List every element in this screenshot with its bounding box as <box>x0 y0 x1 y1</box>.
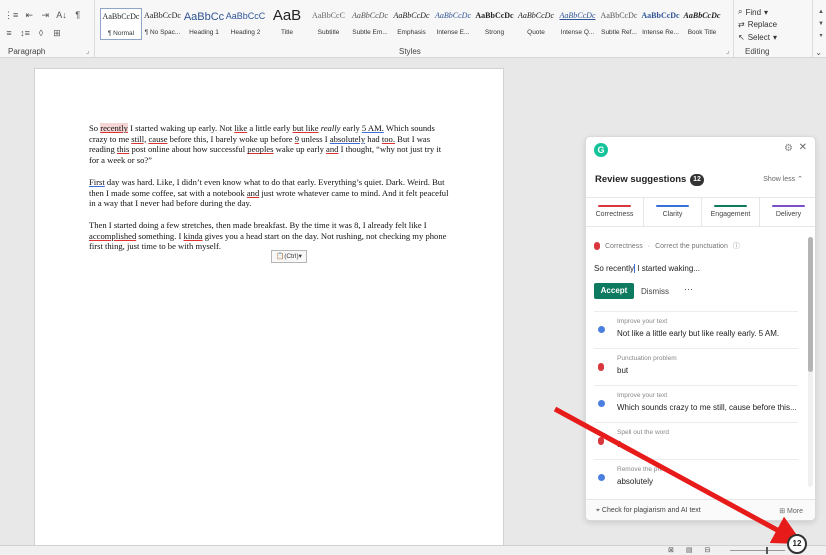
grammarly-status-badge[interactable]: 12 <box>787 534 807 554</box>
annotation-arrow-icon <box>553 406 804 545</box>
